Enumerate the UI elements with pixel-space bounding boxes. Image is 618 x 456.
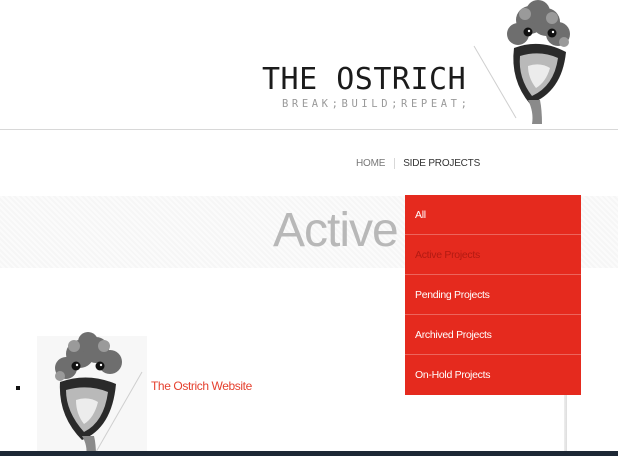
site-title[interactable]: THE OSTRICH [262,60,472,100]
page-title: Active [273,204,399,257]
site-tagline: BREAK;BUILD;REPEAT; [282,98,471,110]
dropdown-item-pending-projects[interactable]: Pending Projects [405,275,581,315]
content-edge-shadow [564,395,567,456]
dropdown-item-on-hold-projects[interactable]: On-Hold Projects [405,355,581,395]
dropdown-item-all[interactable]: All [405,195,581,235]
header-divider [0,129,618,130]
side-projects-dropdown: All Active Projects Pending Projects Arc… [405,195,581,395]
list-bullet [16,386,20,390]
dropdown-item-active-projects[interactable]: Active Projects [405,235,581,275]
ostrich-thumbnail-icon[interactable] [30,332,148,456]
main-nav: HOME SIDE PROJECTS [356,154,480,172]
nav-item-side-projects[interactable]: SIDE PROJECTS [403,158,480,169]
nav-item-home[interactable]: HOME [356,158,385,169]
footer-strip [0,451,618,456]
dropdown-item-archived-projects[interactable]: Archived Projects [405,315,581,355]
nav-separator [394,157,396,169]
site-header: THE OSTRICH BREAK;BUILD;REPEAT; [0,0,618,129]
ostrich-logo-icon[interactable] [470,0,582,124]
project-link-the-ostrich-website[interactable]: The Ostrich Website [151,379,252,393]
